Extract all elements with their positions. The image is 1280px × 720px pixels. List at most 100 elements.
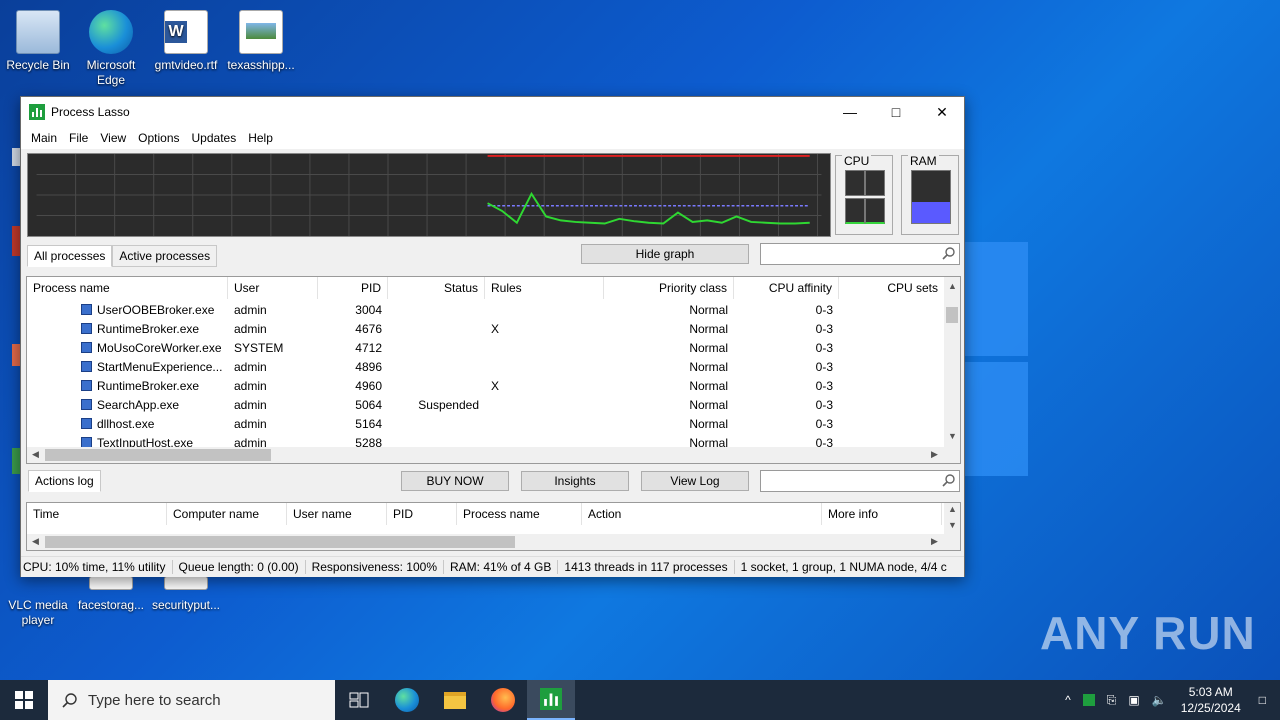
actions-horizontal-scrollbar[interactable]: ◀ ▶ xyxy=(27,534,960,550)
minimize-button[interactable]: — xyxy=(827,97,873,127)
close-button[interactable]: ✕ xyxy=(919,97,965,127)
scroll-right-icon[interactable]: ▶ xyxy=(931,449,938,460)
process-vertical-scrollbar[interactable]: ▲ ▼ xyxy=(944,277,960,447)
actions-log-table[interactable]: Time Computer name User name PID Process… xyxy=(26,502,961,551)
col-more-info[interactable]: More info xyxy=(822,503,942,525)
col-user[interactable]: User xyxy=(228,277,318,299)
col-user-name[interactable]: User name xyxy=(287,503,387,525)
buy-now-button[interactable]: BUY NOW xyxy=(401,471,509,491)
cpu-core-bar xyxy=(845,170,865,196)
scroll-thumb[interactable] xyxy=(45,449,271,461)
status-threads: 1413 threads in 117 processes xyxy=(558,560,735,574)
cell-rules xyxy=(485,339,604,358)
col-cpu-affinity[interactable]: CPU affinity xyxy=(734,277,839,299)
process-search-input[interactable] xyxy=(760,243,960,265)
process-table[interactable]: Process name User PID Status Rules Prior… xyxy=(26,276,961,464)
actions-search-input[interactable] xyxy=(760,470,960,492)
scroll-down-icon[interactable]: ▼ xyxy=(948,431,957,441)
process-horizontal-scrollbar[interactable]: ◀ ▶ xyxy=(27,447,960,463)
desktop-icon-label: Recycle Bin xyxy=(6,58,70,72)
col-cpu-sets[interactable]: CPU sets xyxy=(839,277,945,299)
ram-bar xyxy=(911,170,951,224)
task-view-button[interactable] xyxy=(335,680,383,720)
menu-updates[interactable]: Updates xyxy=(186,131,243,145)
col-time[interactable]: Time xyxy=(27,503,167,525)
scroll-thumb[interactable] xyxy=(45,536,515,548)
table-row[interactable]: RuntimeBroker.exe admin 4676 X Normal 0-3 xyxy=(27,320,839,339)
notifications-icon[interactable]: □ xyxy=(1249,693,1280,707)
menu-help[interactable]: Help xyxy=(242,131,279,145)
network-icon[interactable]: ⎘ xyxy=(1101,693,1123,708)
cell-priority: Normal xyxy=(689,341,728,355)
menu-view[interactable]: View xyxy=(94,131,132,145)
title-bar[interactable]: Process Lasso — □ ✕ xyxy=(21,97,964,127)
col-process-name[interactable]: Process name xyxy=(457,503,582,525)
cell-user: admin xyxy=(234,417,267,431)
process-name-text: dllhost.exe xyxy=(97,417,155,431)
cell-name: SearchApp.exe xyxy=(27,396,228,415)
process-lasso-icon xyxy=(29,104,45,120)
scroll-up-icon[interactable]: ▲ xyxy=(948,281,957,291)
clock-time: 5:03 AM xyxy=(1188,685,1233,699)
maximize-button[interactable]: □ xyxy=(873,97,919,127)
cell-pid: 3004 xyxy=(355,303,382,317)
taskbar-firefox[interactable] xyxy=(479,680,527,720)
col-rules[interactable]: Rules xyxy=(485,277,604,299)
recycle-bin-icon xyxy=(16,10,60,54)
clock[interactable]: 5:03 AM 12/25/2024 xyxy=(1173,684,1249,716)
table-row[interactable]: RuntimeBroker.exe admin 4960 X Normal 0-3 xyxy=(27,377,839,396)
clock-date: 12/25/2024 xyxy=(1180,701,1241,715)
process-name-text: StartMenuExperience... xyxy=(97,360,223,374)
scroll-down-icon[interactable]: ▼ xyxy=(948,520,957,530)
menu-main[interactable]: Main xyxy=(25,131,63,145)
taskbar-edge[interactable] xyxy=(383,680,431,720)
col-status[interactable]: Status xyxy=(388,277,485,299)
table-row[interactable]: dllhost.exe admin 5164 Normal 0-3 xyxy=(27,415,839,434)
table-row[interactable]: MoUsoCoreWorker.exe SYSTEM 4712 Normal 0-3 xyxy=(27,339,839,358)
scroll-thumb[interactable] xyxy=(946,307,958,323)
col-pid[interactable]: PID xyxy=(387,503,457,525)
scroll-up-icon[interactable]: ▲ xyxy=(948,504,957,514)
menu-options[interactable]: Options xyxy=(132,131,185,145)
desktop-icon-edge[interactable]: Microsoft Edge xyxy=(73,4,149,88)
taskbar-file-explorer[interactable] xyxy=(431,680,479,720)
taskbar-search-box[interactable]: Type here to search xyxy=(48,680,335,720)
edge-icon xyxy=(89,10,133,54)
tab-actions-log[interactable]: Actions log xyxy=(28,470,101,492)
chevron-up-icon[interactable]: ^ xyxy=(1059,693,1077,707)
display-icon[interactable]: ▣ xyxy=(1122,693,1145,707)
menu-file[interactable]: File xyxy=(63,131,94,145)
desktop-icon-securityput[interactable]: securityput... xyxy=(148,572,224,613)
desktop-icon-facestorag[interactable]: facestorag... xyxy=(73,572,149,613)
desktop-icon-texasshipp[interactable]: texasshipp... xyxy=(223,4,299,73)
cell-priority: Normal xyxy=(689,417,728,431)
actions-table-header: Time Computer name User name PID Process… xyxy=(27,503,942,525)
cell-priority: Normal xyxy=(689,379,728,393)
process-lasso-window[interactable]: Process Lasso — □ ✕ Main File View Optio… xyxy=(20,96,965,577)
table-row[interactable]: StartMenuExperience... admin 4896 Normal 0-3 xyxy=(27,358,839,377)
col-pid[interactable]: PID xyxy=(318,277,388,299)
desktop-icon-gmtvideo[interactable]: W gmtvideo.rtf xyxy=(148,4,224,73)
start-button[interactable] xyxy=(0,680,48,720)
view-log-button[interactable]: View Log xyxy=(641,471,749,491)
insights-button[interactable]: Insights xyxy=(521,471,629,491)
tab-active-processes[interactable]: Active processes xyxy=(112,245,218,267)
actions-vertical-scrollbar[interactable]: ▲ ▼ xyxy=(944,503,960,534)
table-row[interactable]: UserOOBEBroker.exe admin 3004 Normal 0-3 xyxy=(27,301,839,320)
col-priority-class[interactable]: Priority class xyxy=(604,277,734,299)
tray-app-icon[interactable] xyxy=(1082,694,1095,706)
col-computer-name[interactable]: Computer name xyxy=(167,503,287,525)
table-row[interactable]: SearchApp.exe admin 5064 Suspended Normal 0-3 xyxy=(27,396,839,415)
tab-all-processes[interactable]: All processes xyxy=(27,245,113,267)
col-action[interactable]: Action xyxy=(582,503,822,525)
hide-graph-button[interactable]: Hide graph xyxy=(581,244,749,264)
scroll-left-icon[interactable]: ◀ xyxy=(32,449,39,460)
desktop-icon-recycle-bin[interactable]: Recycle Bin xyxy=(0,4,76,73)
desktop-icon-label: facestorag... xyxy=(77,598,145,612)
scroll-right-icon[interactable]: ▶ xyxy=(931,536,938,547)
scroll-left-icon[interactable]: ◀ xyxy=(32,536,39,547)
col-process-name[interactable]: Process name xyxy=(27,277,228,299)
taskbar-process-lasso[interactable] xyxy=(527,680,575,720)
desktop-icon-vlc[interactable]: VLC media player xyxy=(0,572,76,628)
volume-icon[interactable]: 🔈 xyxy=(1146,693,1173,707)
